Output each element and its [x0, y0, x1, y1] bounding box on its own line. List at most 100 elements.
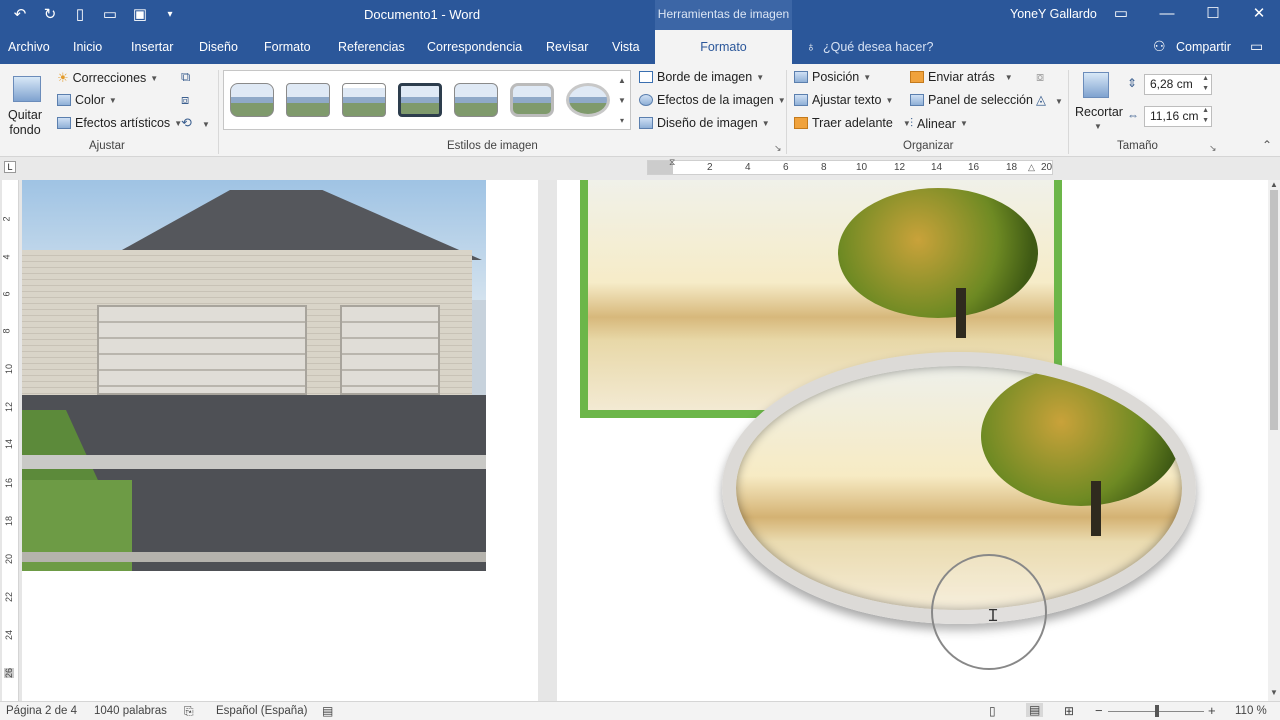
indent-marker-icon[interactable]: ⧖ — [669, 157, 675, 168]
picture-effects-button[interactable]: Efectos de la imagen ▼ — [639, 93, 786, 107]
gallery-down-icon[interactable]: ▼ — [614, 91, 630, 111]
shape-width-field[interactable]: 11,16 cm ▲ ▼ — [1144, 106, 1212, 127]
open-folder-icon[interactable]: ▭ — [98, 4, 122, 26]
separator — [1068, 70, 1069, 154]
picture-effects-icon — [639, 94, 653, 106]
picture-style-thumbnail[interactable] — [566, 83, 610, 117]
picture-border-icon — [639, 71, 653, 83]
tab-referencias[interactable]: Referencias — [338, 40, 405, 54]
spinner-icon[interactable]: ▲ ▼ — [1202, 106, 1209, 126]
tab-diseno[interactable]: Diseño — [199, 40, 238, 54]
page-right[interactable]: Ｉ — [557, 180, 1268, 701]
scrollbar-thumb[interactable] — [1270, 190, 1278, 430]
tell-me-search[interactable]: ¿Qué desea hacer? — [823, 40, 934, 54]
picture-style-thumbnail[interactable] — [398, 83, 442, 117]
ruler-number: 14 — [4, 438, 15, 450]
remove-background-button[interactable]: Quitar fondo — [4, 68, 44, 140]
vertical-scrollbar[interactable]: ▲ ▼ — [1268, 180, 1280, 701]
position-icon — [794, 71, 808, 83]
color-button[interactable]: Color ▼ — [57, 93, 117, 107]
crop-button[interactable]: Recortar ▼ — [1074, 70, 1123, 138]
chevron-down-icon[interactable]: ▼ — [1055, 97, 1063, 106]
document-area[interactable]: 2 4 6 8 10 12 14 16 18 20 22 24 26 Ｉ — [0, 180, 1268, 701]
send-backward-button[interactable]: Enviar atrás ▼ — [910, 70, 1013, 84]
zoom-out-icon[interactable]: − — [1095, 703, 1103, 718]
rotate-icon[interactable]: ◬ — [1036, 92, 1046, 108]
wrap-text-button[interactable]: Ajustar texto ▼ — [794, 93, 893, 107]
gallery-up-icon[interactable]: ▲ — [614, 71, 630, 91]
tab-insertar[interactable]: Insertar — [131, 40, 173, 54]
corrections-button[interactable]: ☀ Correcciones ▼ — [57, 70, 158, 86]
picture-style-thumbnail[interactable] — [510, 83, 554, 117]
picture-style-thumbnail[interactable] — [230, 83, 274, 117]
ribbon-display-options-icon[interactable]: ▭ — [1099, 0, 1143, 30]
read-mode-icon[interactable]: ▯ — [989, 704, 996, 718]
proofing-icon[interactable]: ⎘ — [184, 704, 194, 719]
close-button[interactable]: ✕ — [1237, 0, 1280, 30]
scroll-down-icon[interactable]: ▼ — [1270, 688, 1278, 697]
bring-forward-button[interactable]: Traer adelante ▼ — [794, 116, 911, 130]
selection-pane-button[interactable]: Panel de selección — [910, 93, 1033, 107]
picture-style-thumbnail[interactable] — [286, 83, 330, 117]
web-layout-icon[interactable]: ⊞ — [1064, 704, 1074, 718]
word-count[interactable]: 1040 palabras — [94, 705, 167, 717]
align-button[interactable]: ⫶ Alinear ▼ — [910, 116, 968, 131]
chevron-down-icon[interactable]: ▼ — [202, 120, 210, 129]
tab-formato[interactable]: Formato — [264, 40, 311, 54]
picture-style-thumbnail[interactable] — [342, 83, 386, 117]
picture-tree — [838, 188, 1038, 318]
separator — [218, 70, 219, 154]
picture-tree-trunk — [1091, 481, 1101, 536]
minimize-button[interactable]: — — [1145, 0, 1189, 30]
change-picture-icon[interactable]: ⧈ — [181, 92, 189, 108]
dialog-launcher-icon[interactable]: ↘ — [1209, 143, 1217, 154]
maximize-button[interactable]: ☐ — [1191, 0, 1235, 30]
tab-correspondencia[interactable]: Correspondencia — [427, 40, 522, 54]
picture-border-button[interactable]: Borde de imagen ▼ — [639, 70, 764, 84]
shape-height-field[interactable]: 6,28 cm ▲ ▼ — [1144, 74, 1212, 95]
customize-qat-icon[interactable]: ▾ — [158, 4, 182, 26]
tab-selector-icon[interactable]: L — [4, 161, 16, 173]
tab-inicio[interactable]: Inicio — [73, 40, 102, 54]
tab-vista[interactable]: Vista — [612, 40, 640, 54]
tab-archivo[interactable]: Archivo — [8, 40, 50, 54]
ruler-number: 20 — [4, 553, 15, 565]
group-objects-icon[interactable]: ⧇ — [1036, 69, 1044, 85]
compress-pictures-icon[interactable]: ⧉ — [181, 69, 190, 85]
vertical-ruler: 2 4 6 8 10 12 14 16 18 20 22 24 26 — [2, 180, 19, 701]
scroll-up-icon[interactable]: ▲ — [1270, 180, 1278, 189]
save-icon[interactable]: ▣ — [128, 4, 152, 26]
new-document-icon[interactable]: ▯ — [68, 4, 92, 26]
chevron-down-icon: ▼ — [108, 95, 117, 105]
comments-icon[interactable]: ▭ — [1250, 38, 1263, 55]
picture-layout-icon — [639, 117, 653, 129]
picture-styles-gallery: ▲ ▼ ▾ — [223, 70, 631, 130]
macro-recording-icon[interactable]: ▤ — [322, 704, 333, 718]
page-left[interactable] — [22, 180, 538, 701]
position-button[interactable]: Posición ▼ — [794, 70, 871, 84]
spinner-icon[interactable]: ▲ ▼ — [1202, 74, 1209, 94]
picture-style-thumbnail[interactable] — [454, 83, 498, 117]
print-layout-icon[interactable]: ▤ — [1026, 703, 1044, 717]
language[interactable]: Español (España) — [216, 705, 307, 717]
tab-picture-format[interactable]: Formato — [655, 30, 792, 64]
bring-forward-label: Traer adelante — [812, 116, 893, 130]
tab-revisar[interactable]: Revisar — [546, 40, 588, 54]
artistic-effects-button[interactable]: Efectos artísticos ▼ — [57, 116, 182, 130]
redo-icon[interactable]: ↻ — [38, 4, 62, 26]
right-indent-marker-icon[interactable]: △ — [1028, 162, 1035, 173]
page-count[interactable]: Página 2 de 4 — [6, 705, 77, 717]
dialog-launcher-icon[interactable]: ↘ — [774, 143, 782, 154]
user-name[interactable]: YoneY Gallardo — [1010, 7, 1097, 21]
undo-icon[interactable]: ↶ — [8, 4, 32, 26]
reset-picture-icon[interactable]: ⟲ — [181, 115, 192, 131]
gallery-more-icon[interactable]: ▾ — [614, 111, 630, 131]
share-button[interactable]: Compartir — [1176, 40, 1231, 54]
house-picture[interactable] — [22, 180, 486, 571]
collapse-ribbon-icon[interactable]: ⌃ — [1262, 138, 1272, 152]
zoom-level[interactable]: 110 % — [1235, 705, 1267, 717]
crop-label: Recortar — [1075, 105, 1123, 119]
picture-layout-button[interactable]: Diseño de imagen ▼ — [639, 116, 770, 130]
zoom-in-icon[interactable]: + — [1208, 703, 1216, 718]
zoom-slider-thumb[interactable] — [1155, 705, 1159, 717]
